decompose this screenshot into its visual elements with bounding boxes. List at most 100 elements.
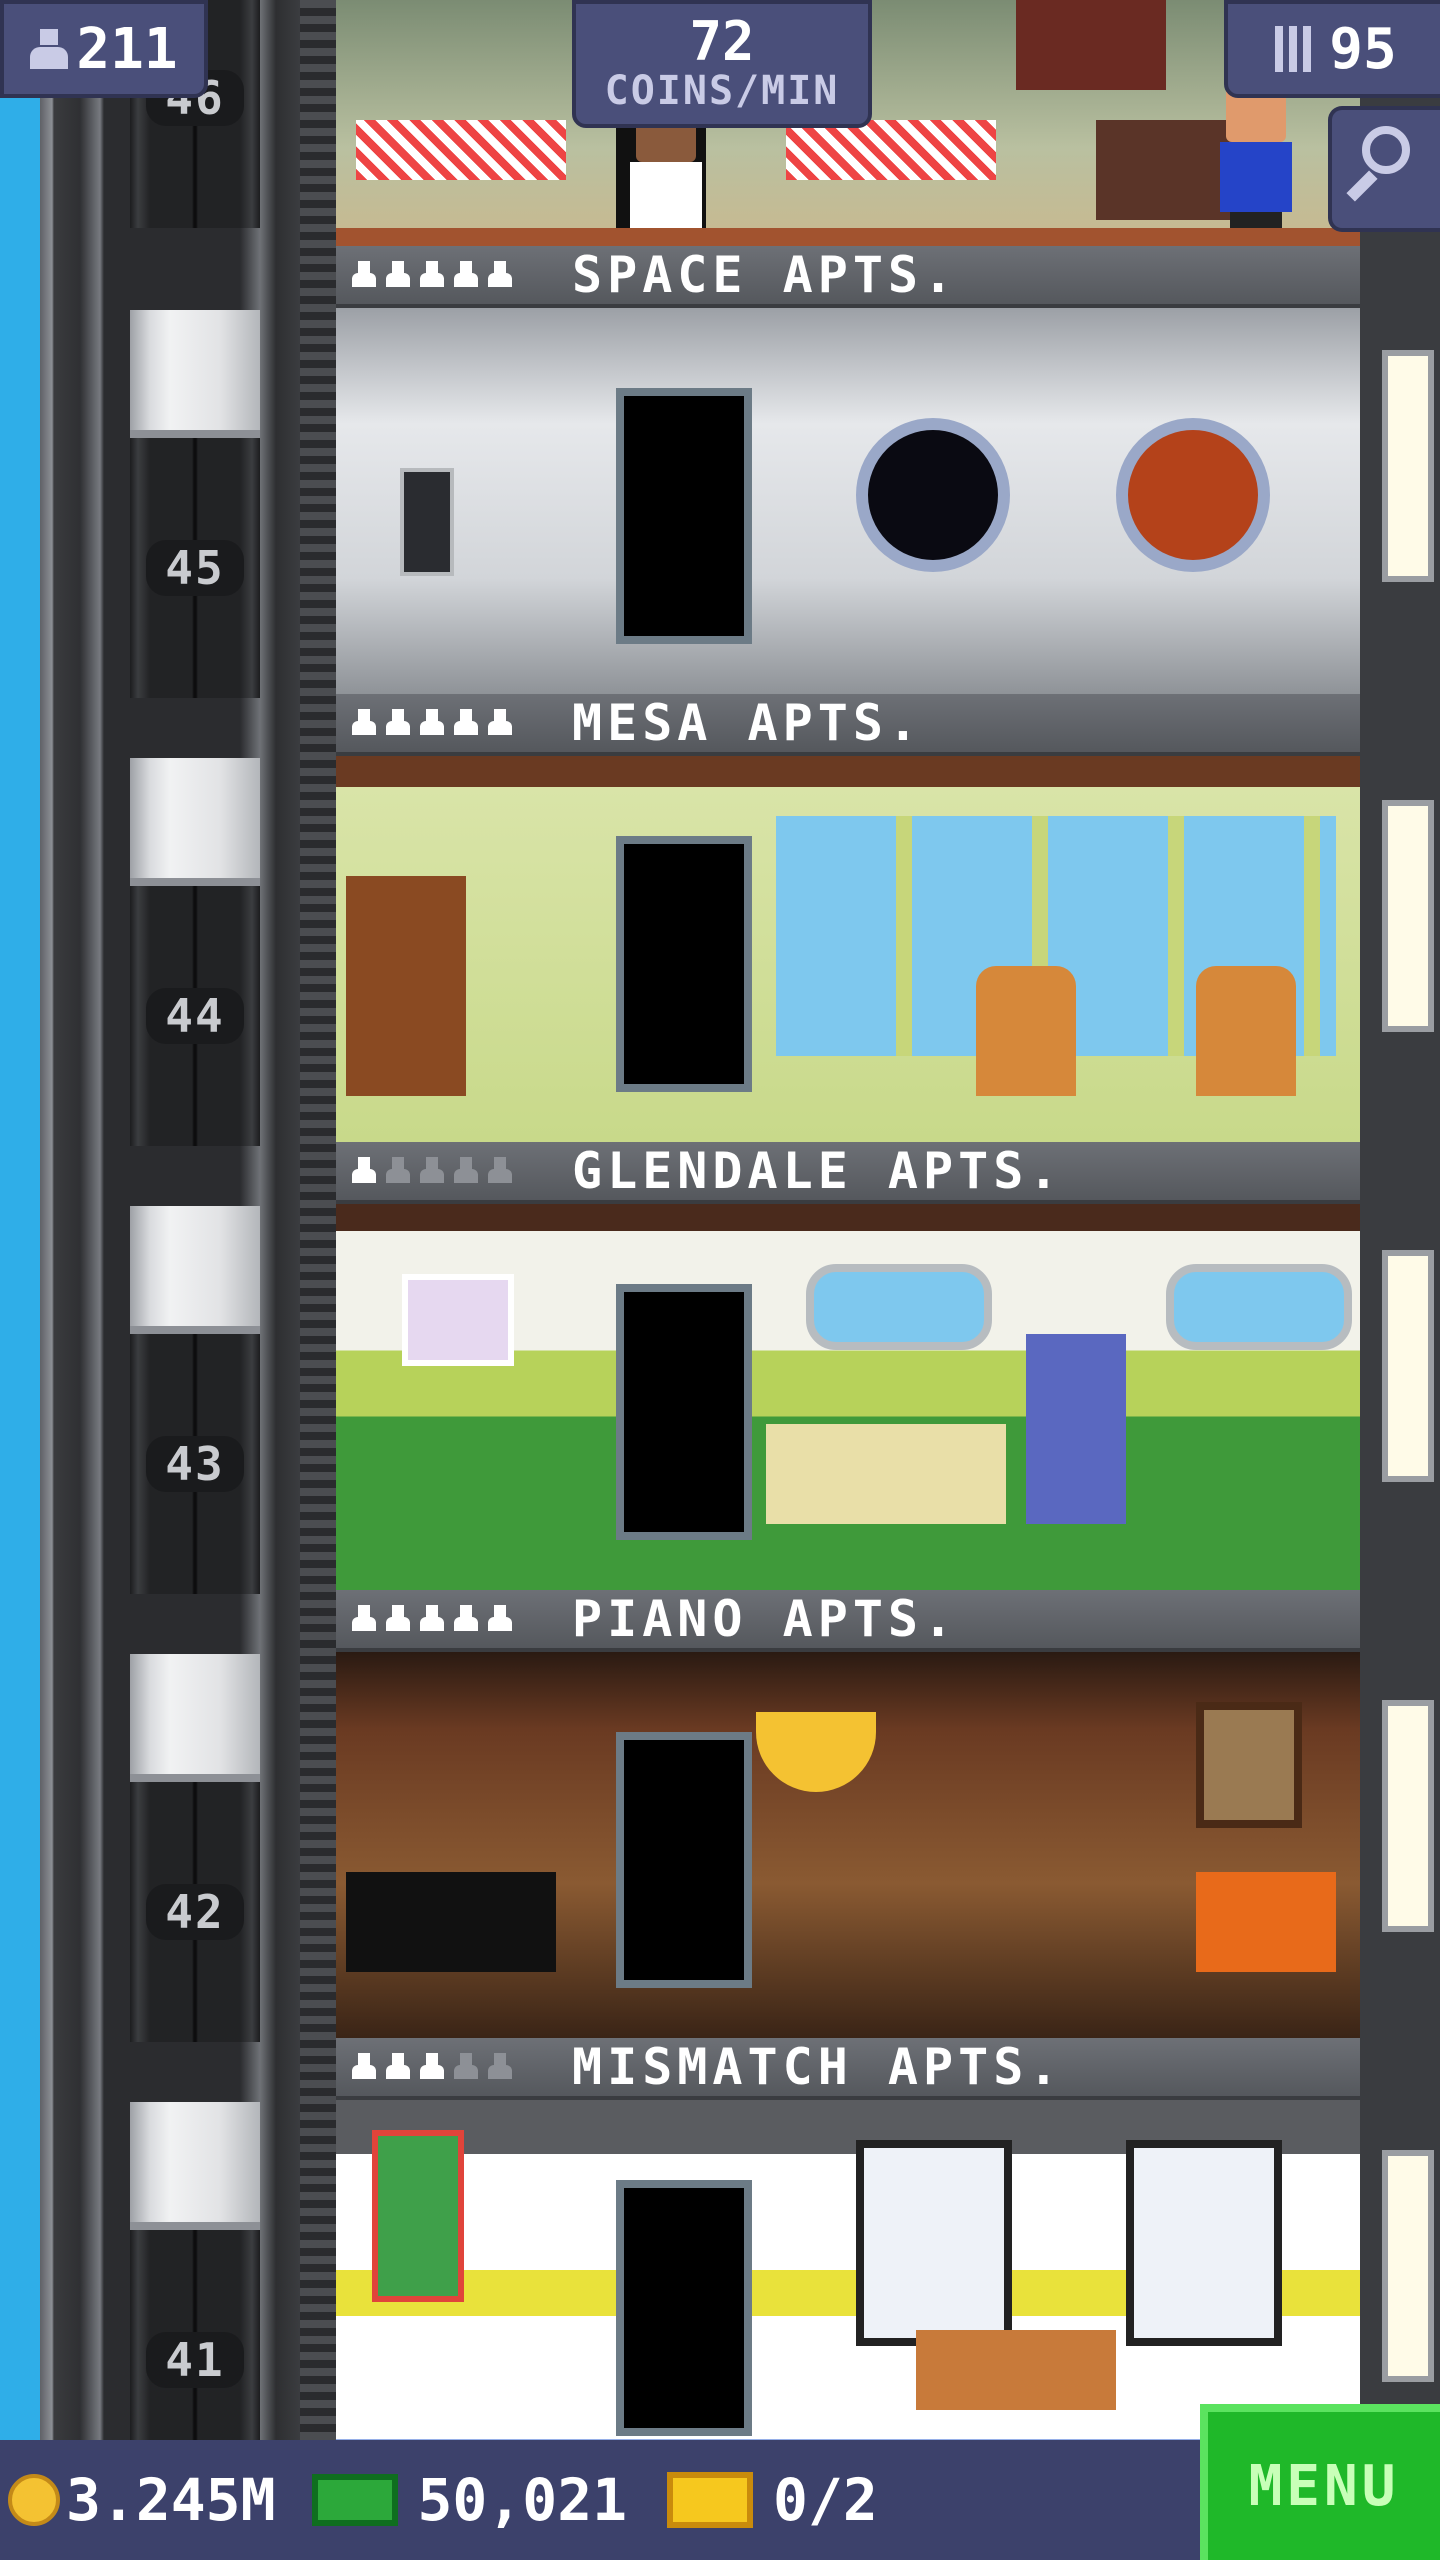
floor-piano-apts[interactable]: PIANO APTS. (336, 1590, 1360, 2038)
bux-display[interactable]: 50,021 (311, 2466, 628, 2534)
porthole-window (1116, 418, 1270, 572)
floor-name: SPACE APTS. (572, 246, 959, 304)
floor-name: MESA APTS. (572, 694, 924, 752)
resident-icon (386, 709, 410, 737)
elevator-floor-42[interactable]: 42 (130, 1654, 260, 2042)
resident-icon (454, 709, 478, 737)
wall-panel (400, 468, 454, 576)
grand-piano (346, 1872, 556, 1972)
building-exterior-right (1360, 0, 1440, 2440)
wall-shelf (1016, 0, 1166, 90)
resident-icon (352, 2053, 376, 2081)
elevator-floor-number: 45 (146, 540, 244, 596)
exterior-window (1382, 2150, 1434, 2382)
fireplace (1196, 1872, 1336, 1972)
resident-icon (420, 1157, 444, 1185)
resident-icon (488, 2053, 512, 2081)
elevator-floor-45[interactable]: 45 (130, 310, 260, 698)
refrigerator (1026, 1334, 1126, 1524)
elevator-landing (130, 758, 260, 878)
resident-icon (386, 1605, 410, 1633)
resident-icon (488, 261, 512, 289)
population-value: 211 (76, 16, 178, 82)
elevator-floor-number: 43 (146, 1436, 244, 1492)
armchair (1196, 966, 1296, 1096)
framed-picture (1196, 1702, 1302, 1828)
floor-name-banner[interactable]: SPACE APTS. (336, 246, 1360, 308)
armchair (976, 966, 1076, 1096)
floor-mismatch-apts[interactable]: MISMATCH APTS. (336, 2038, 1360, 2440)
exterior-window (1382, 1700, 1434, 1932)
elevator-floor-44[interactable]: 44 (130, 758, 260, 1146)
apartment-doorway (616, 1284, 752, 1540)
elevator-floor-43[interactable]: 43 (130, 1206, 260, 1594)
room-interior (336, 2100, 1360, 2440)
coins-rate-unit: COINS/MIN (604, 68, 840, 114)
elevator-floor-number: 41 (146, 2332, 244, 2388)
resident-icon (488, 1157, 512, 1185)
window (856, 2140, 1012, 2346)
floor-name: PIANO APTS. (572, 1590, 959, 1648)
porthole-window (856, 418, 1010, 572)
coins-rate-value: 72 (689, 10, 755, 73)
coins-display[interactable]: 3.245M (8, 2466, 276, 2534)
occupancy-rating (352, 261, 552, 289)
apartment-doorway (616, 836, 752, 1092)
floor-name-banner[interactable]: PIANO APTS. (336, 1590, 1360, 1652)
resident-icon (386, 2053, 410, 2081)
exterior-window (1382, 1250, 1434, 1482)
coins-value: 3.245M (66, 2466, 276, 2534)
dining-table (786, 120, 996, 180)
wall-painting (402, 1274, 514, 1366)
resident-icon (352, 709, 376, 737)
floor-name-banner[interactable]: MISMATCH APTS. (336, 2038, 1360, 2100)
floor-mesa-apts[interactable]: MESA APTS. (336, 694, 1360, 1142)
floor-glendale-apts[interactable]: GLENDALE APTS. (336, 1142, 1360, 1590)
elevator-floor-number: 44 (146, 988, 244, 1044)
occupancy-rating (352, 1605, 552, 1633)
floor-name-banner[interactable]: GLENDALE APTS. (336, 1142, 1360, 1204)
ticket-icon (667, 2472, 754, 2528)
tickets-display[interactable]: 0/2 (667, 2466, 878, 2534)
resident-icon (386, 261, 410, 289)
floor-name: GLENDALE APTS. (572, 1142, 1064, 1200)
room-interior (336, 1204, 1360, 1590)
kitchen-counter (766, 1424, 1006, 1524)
resident-icon (420, 2053, 444, 2081)
search-button[interactable] (1328, 106, 1440, 232)
floor-name-banner[interactable]: MESA APTS. (336, 694, 1360, 756)
elevator-rail (300, 0, 336, 2440)
floor-count-value: 95 (1329, 16, 1397, 82)
population-counter[interactable]: 211 (0, 0, 208, 98)
elevator-floor-41[interactable]: 41 (130, 2102, 260, 2490)
elevator-landing (130, 2102, 260, 2222)
resident-icon (454, 2053, 478, 2081)
floor-space-apts[interactable]: SPACE APTS. (336, 246, 1360, 694)
bux-icon (311, 2474, 398, 2526)
tickets-value: 0/2 (773, 2466, 878, 2534)
occupancy-rating (352, 1157, 552, 1185)
resident-icon (352, 1157, 376, 1185)
room-interior (336, 1652, 1360, 2038)
bux-value: 50,021 (417, 2466, 628, 2534)
wall-art (372, 2130, 464, 2302)
occupancy-rating (352, 2053, 552, 2081)
room-interior (336, 308, 1360, 694)
resident-icon (386, 1157, 410, 1185)
search-icon (1362, 126, 1410, 174)
resident-icon (454, 1605, 478, 1633)
sofa (916, 2330, 1116, 2410)
building-icon (1275, 26, 1316, 72)
dining-table (356, 120, 566, 180)
coins-rate-panel: 72 COINS/MIN (572, 0, 872, 128)
oval-window (806, 1264, 992, 1350)
elevator-floor-number: 42 (146, 1884, 244, 1940)
floor-counter[interactable]: 95 (1224, 0, 1440, 98)
plumber-character[interactable] (1216, 80, 1296, 230)
resident-icon (420, 709, 444, 737)
floor-trim (336, 228, 1360, 246)
coin-icon (8, 2474, 60, 2526)
elevator-landing (130, 1206, 260, 1326)
resident-icon (352, 261, 376, 289)
menu-button[interactable]: MENU (1200, 2404, 1440, 2560)
